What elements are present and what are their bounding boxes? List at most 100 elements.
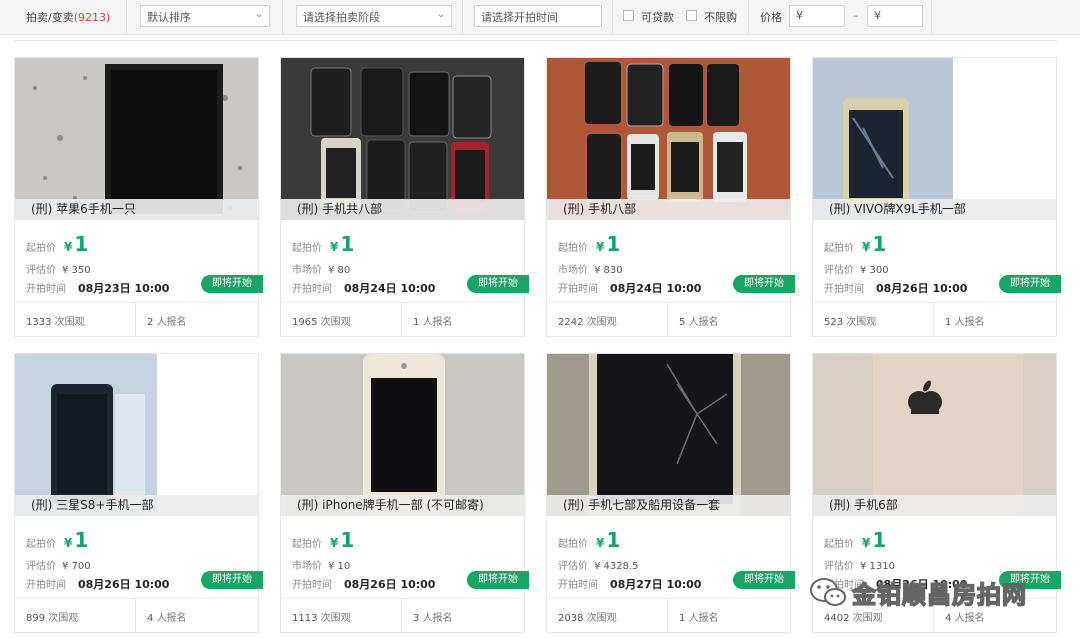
item-image[interactable] <box>813 58 1056 220</box>
signup-count: 1 人报名 <box>413 317 453 328</box>
auction-card[interactable]: (刑) iPhone牌手机一部 (不可邮寄) 起拍价 ¥1 市场价 ¥ 10 开拍时… <box>280 353 529 633</box>
start-price-label: 起拍价 <box>292 243 322 254</box>
start-time-row: 开拍时间 08月24日 10:00 <box>558 280 701 296</box>
no-limit-label: 不限购 <box>704 11 737 24</box>
estimate-label: 市场价 <box>558 265 588 276</box>
item-title[interactable]: (刑) iPhone牌手机一部 (不可邮寄) <box>281 495 524 516</box>
yen-symbol: ¥ <box>64 240 73 254</box>
start-price-value: 1 <box>606 232 621 256</box>
card-stats: 523 次围观 1 人报名 <box>813 302 1056 337</box>
item-title[interactable]: (刑) 手机七部及船用设备一套 <box>547 495 790 516</box>
price-min-input[interactable]: ¥ <box>789 5 845 27</box>
item-title[interactable]: (刑) 手机共八部 <box>281 199 524 220</box>
item-image[interactable] <box>547 58 790 220</box>
stage-select[interactable]: 请选择拍卖阶段 ⌄ <box>296 5 452 27</box>
yen-symbol: ¥ <box>596 536 605 550</box>
estimate-row: 评估价 ¥ 350 <box>26 261 91 276</box>
coming-soon-button[interactable]: 即将开始 <box>201 571 263 589</box>
coming-soon-button[interactable]: 即将开始 <box>201 275 263 293</box>
stats-divider <box>401 599 402 633</box>
card-stats: 1113 次围观 3 人报名 <box>281 598 524 633</box>
no-limit-checkbox[interactable] <box>686 10 697 21</box>
estimate-row: 市场价 ¥ 80 <box>292 261 350 276</box>
start-price-value: 1 <box>74 528 89 552</box>
auction-card[interactable]: (刑) 手机七部及船用设备一套 起拍价 ¥1 评估价 ¥ 4328.5 开拍时间 08… <box>546 353 795 633</box>
chevron-down-icon: ⌄ <box>436 9 445 20</box>
item-title[interactable]: (刑) 手机6部 <box>813 495 1056 516</box>
signup-count: 5 人报名 <box>679 317 719 328</box>
signup-count: 3 人报名 <box>413 613 453 624</box>
start-price-row: 起拍价 ¥1 <box>26 528 88 552</box>
wechat-icon <box>810 578 846 606</box>
auction-card[interactable]: (刑) 三星S8+手机一部 起拍价 ¥1 评估价 ¥ 700 开拍时间 08月26日 … <box>14 353 263 633</box>
estimate-value: ¥ 350 <box>62 265 91 276</box>
price-label: 价格 <box>760 11 782 24</box>
view-count: 1965 次围观 <box>292 317 351 328</box>
coming-soon-button[interactable]: 即将开始 <box>733 571 795 589</box>
yen-symbol: ¥ <box>596 240 605 254</box>
item-image[interactable] <box>547 354 790 516</box>
coming-soon-button[interactable]: 即将开始 <box>999 275 1061 293</box>
start-time-label: 开拍时间 <box>292 580 332 591</box>
coming-soon-button[interactable]: 即将开始 <box>467 275 529 293</box>
auction-count: (9213) <box>73 11 111 24</box>
start-price-row: 起拍价 ¥1 <box>558 232 620 256</box>
price-dash: – <box>853 9 859 22</box>
price-max-prefix: ¥ <box>874 9 881 22</box>
start-time-row: 开拍时间 08月26日 10:00 <box>292 576 435 592</box>
item-title[interactable]: (刑) 手机八部 <box>547 199 790 220</box>
item-photo <box>15 354 258 516</box>
estimate-label: 评估价 <box>824 561 854 572</box>
item-image[interactable] <box>15 354 258 516</box>
card-stats: 899 次围观 4 人报名 <box>15 598 258 633</box>
start-price-label: 起拍价 <box>824 243 854 254</box>
item-title[interactable]: (刑) 苹果6手机一只 <box>15 199 258 220</box>
start-time-value: 08月24日 10:00 <box>610 282 702 295</box>
item-image[interactable] <box>813 354 1056 516</box>
item-title[interactable]: (刑) VIVO牌X9L手机一部 <box>813 199 1056 220</box>
item-image[interactable] <box>281 354 524 516</box>
estimate-label: 评估价 <box>558 561 588 572</box>
filter-bar: 拍卖/变卖(9213) 默认排序 ⌄ 请选择拍卖阶段 ⌄ 请选择开拍时间 可贷款… <box>0 0 1080 35</box>
start-time-value: 08月24日 10:00 <box>344 282 436 295</box>
coming-soon-button[interactable]: 即将开始 <box>733 275 795 293</box>
start-price-row: 起拍价 ¥1 <box>558 528 620 552</box>
loan-checkbox[interactable] <box>623 10 634 21</box>
stage-select-placeholder: 请选择拍卖阶段 <box>303 11 380 24</box>
item-title[interactable]: (刑) 三星S8+手机一部 <box>15 495 258 516</box>
estimate-value: ¥ 830 <box>594 265 623 276</box>
estimate-value: ¥ 300 <box>860 265 889 276</box>
item-photo <box>281 58 524 220</box>
auction-card[interactable]: (刑) 苹果6手机一只 起拍价 ¥1 评估价 ¥ 350 开拍时间 08月23日 10… <box>14 57 263 337</box>
estimate-value: ¥ 4328.5 <box>594 561 639 572</box>
yen-symbol: ¥ <box>330 536 339 550</box>
start-time-input[interactable]: 请选择开拍时间 <box>474 5 602 27</box>
yen-symbol: ¥ <box>862 240 871 254</box>
estimate-row: 评估价 ¥ 4328.5 <box>558 557 639 572</box>
estimate-label: 市场价 <box>292 265 322 276</box>
item-image[interactable] <box>281 58 524 220</box>
price-max-input[interactable]: ¥ <box>867 5 923 27</box>
start-time-label: 开拍时间 <box>26 580 66 591</box>
auction-card[interactable]: (刑) 手机八部 起拍价 ¥1 市场价 ¥ 830 开拍时间 08月24日 10:00… <box>546 57 795 337</box>
coming-soon-button[interactable]: 即将开始 <box>467 571 529 589</box>
start-price-value: 1 <box>74 232 89 256</box>
start-time-label: 开拍时间 <box>558 284 598 295</box>
auction-type-label[interactable]: 拍卖/变卖(9213) <box>26 9 110 25</box>
estimate-label: 评估价 <box>26 561 56 572</box>
loan-label: 可贷款 <box>641 11 674 24</box>
stats-divider <box>667 303 668 337</box>
auction-type-filter[interactable]: 拍卖/变卖(9213) <box>0 0 127 34</box>
estimate-value: ¥ 10 <box>328 561 351 572</box>
sort-select[interactable]: 默认排序 ⌄ <box>140 5 270 27</box>
item-image[interactable] <box>15 58 258 220</box>
start-price-row: 起拍价 ¥1 <box>824 232 886 256</box>
card-stats: 2038 次围观 1 人报名 <box>547 598 790 633</box>
watermark: 金铂顺昌房拍网 <box>808 572 1070 612</box>
start-time-value: 08月26日 10:00 <box>876 282 968 295</box>
item-photo <box>547 58 790 220</box>
auction-card[interactable]: (刑) 手机共八部 起拍价 ¥1 市场价 ¥ 80 开拍时间 08月24日 10:00… <box>280 57 529 337</box>
estimate-row: 评估价 ¥ 700 <box>26 557 91 572</box>
auction-card[interactable]: (刑) VIVO牌X9L手机一部 起拍价 ¥1 评估价 ¥ 300 开拍时间 08月2… <box>812 57 1061 337</box>
item-photo <box>15 58 258 220</box>
